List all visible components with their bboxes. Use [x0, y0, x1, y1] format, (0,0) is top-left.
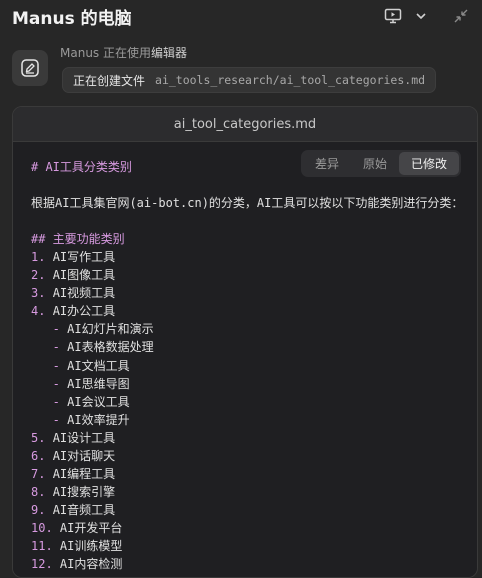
intro-line: 根据AI工具集官网(ai-bot.cn)的分类，AI工具可以按以下功能类别进行分…	[31, 196, 464, 211]
list-marker: -	[31, 394, 60, 409]
list-item: - AI思维导图	[31, 375, 471, 393]
list-item: 9. AI音频工具	[31, 501, 471, 519]
window-header: Manus 的电脑	[0, 0, 482, 34]
agent-name: Manus	[60, 46, 100, 60]
editor-tool-badge	[12, 50, 48, 86]
list-text: AI编程工具	[52, 466, 116, 481]
list-text: AI效率提升	[67, 412, 130, 427]
list-item: 4. AI办公工具	[31, 302, 471, 320]
list-text: AI办公工具	[52, 304, 116, 319]
list-item: 7. AI编程工具	[31, 465, 471, 483]
tool-usage-status: Manus 正在使用编辑器	[60, 44, 187, 61]
list-marker: -	[31, 412, 60, 427]
header-actions	[382, 6, 472, 26]
list-marker: 3.	[31, 286, 46, 301]
tool-name: 编辑器	[151, 46, 188, 60]
list-text: AI设计工具	[52, 430, 116, 445]
list-marker: 7.	[31, 466, 46, 481]
list-text: AI开发平台	[59, 520, 123, 535]
list-marker: -	[31, 358, 60, 373]
chevron-down-icon[interactable]	[410, 6, 432, 26]
monitor-play-icon[interactable]	[382, 6, 404, 26]
list-item: - AI会议工具	[31, 393, 471, 411]
list-text: AI思维导图	[67, 376, 130, 391]
edit-icon	[21, 59, 39, 77]
list-item: - AI文档工具	[31, 357, 471, 375]
list-text: AI写作工具	[52, 250, 116, 265]
list-text: AI文档工具	[67, 358, 130, 373]
list-item: - AI表格数据处理	[31, 338, 471, 356]
list-text: AI表格数据处理	[67, 340, 154, 355]
collapse-icon[interactable]	[450, 6, 472, 26]
list-item: 5. AI设计工具	[31, 429, 471, 447]
list-text: AI幻灯片和演示	[67, 322, 154, 337]
list-item: - AI效率提升	[31, 411, 471, 429]
code-view[interactable]: 差异 原始 已修改 # AI工具分类类别 根据AI工具集官网(ai-bot.cn…	[13, 142, 477, 577]
list-item: - AI幻灯片和演示	[31, 320, 471, 338]
page-title: Manus 的电脑	[12, 9, 132, 29]
list-text: AI训练模型	[59, 538, 123, 553]
list-text: AI搜索引擎	[52, 484, 116, 499]
list-item: 12. AI内容检测	[31, 555, 471, 573]
list-item: 1. AI写作工具	[31, 248, 471, 266]
list-text: AI音频工具	[52, 502, 116, 517]
list-text: AI图像工具	[52, 268, 116, 283]
list-item: 3. AI视频工具	[31, 284, 471, 302]
list-text: AI内容检测	[59, 557, 123, 572]
using-text: 正在使用	[103, 46, 152, 60]
list-marker: 10.	[31, 520, 53, 535]
list-marker: 9.	[31, 502, 46, 517]
list-marker: 12.	[31, 557, 53, 572]
list-text: AI对话聊天	[52, 448, 116, 463]
list-marker: -	[31, 376, 60, 391]
list-item: 10. AI开发平台	[31, 519, 471, 537]
list-text: AI会议工具	[67, 394, 130, 409]
subheading-line: ## 主要功能类别	[31, 232, 125, 247]
list-item: 8. AI搜索引擎	[31, 483, 471, 501]
list-marker: -	[31, 322, 60, 337]
action-path: ai_tools_research/ai_tool_categories.md	[155, 73, 426, 87]
list-item: 11. AI训练模型	[31, 537, 471, 555]
editor-filename: ai_tool_categories.md	[13, 107, 477, 142]
list-item: 2. AI图像工具	[31, 266, 471, 284]
heading-line: # AI工具分类类别	[31, 160, 132, 174]
list-marker: 11.	[31, 538, 53, 553]
action-verb: 正在创建文件	[73, 73, 146, 88]
list-text: AI视频工具	[52, 286, 116, 301]
list-marker: -	[31, 340, 60, 355]
editor-panel: ai_tool_categories.md 差异 原始 已修改 # AI工具分类…	[12, 106, 478, 578]
list-marker: 2.	[31, 268, 46, 283]
current-action[interactable]: 正在创建文件 ai_tools_research/ai_tool_categor…	[62, 67, 437, 93]
list-marker: 5.	[31, 430, 46, 445]
list-marker: 8.	[31, 484, 46, 499]
list-marker: 6.	[31, 448, 46, 463]
code-lines: # AI工具分类类别 根据AI工具集官网(ai-bot.cn)的分类，AI工具可…	[31, 158, 471, 573]
list-marker: 4.	[31, 304, 46, 319]
list-marker: 1.	[31, 250, 46, 265]
list-item: 6. AI对话聊天	[31, 447, 471, 465]
